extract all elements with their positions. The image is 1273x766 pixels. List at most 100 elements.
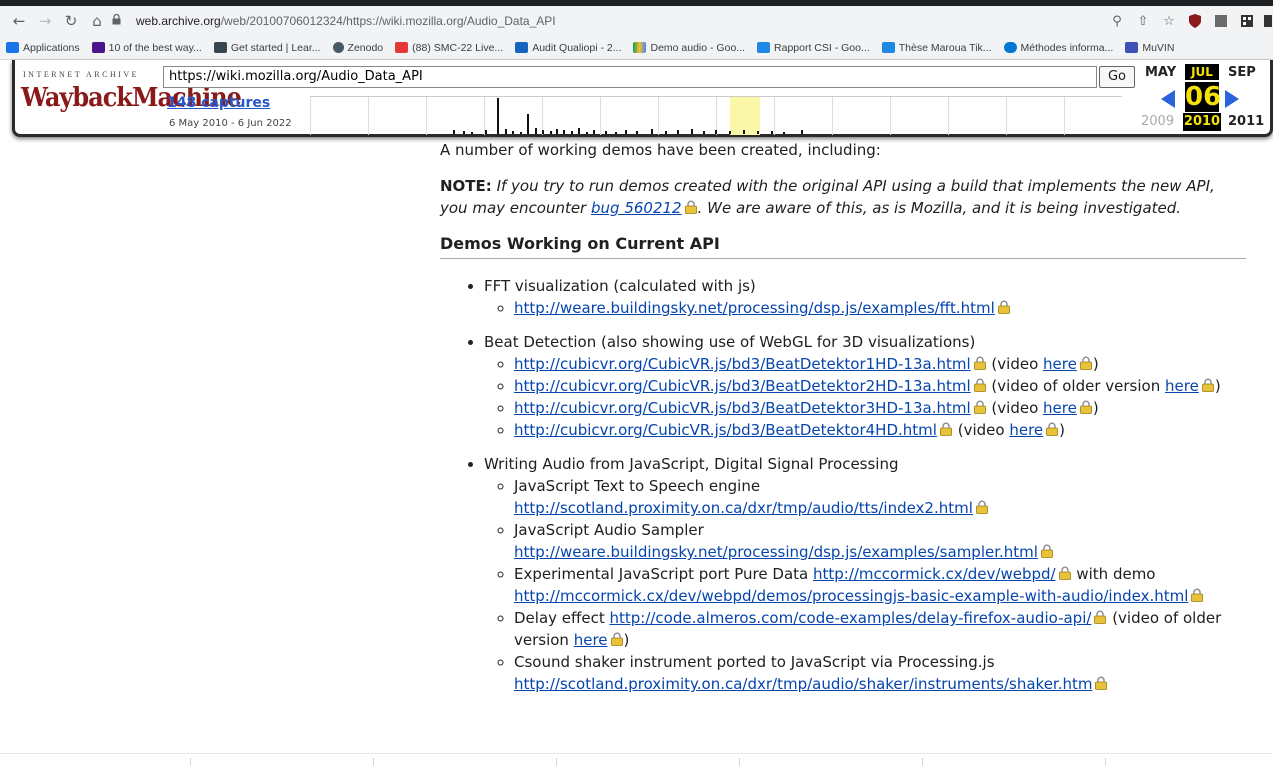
sparkline-year-divider [832, 97, 833, 135]
list-item: Beat Detection (also showing use of WebG… [484, 331, 1246, 441]
external-lock-icon [1040, 544, 1054, 558]
globe-icon [332, 42, 344, 53]
year-next-link[interactable]: 2011 [1228, 114, 1264, 129]
shaker-link[interactable]: http://scotland.proximity.on.ca/dxr/tmp/… [514, 675, 1092, 693]
forward-arrow-icon[interactable]: → [34, 10, 56, 32]
extension-puzzle-icon[interactable] [1211, 11, 1231, 31]
sparkline-capture-bar [542, 130, 544, 134]
sparkline-capture-bar [571, 131, 573, 134]
sparkline-capture-bar [463, 131, 465, 134]
back-arrow-icon[interactable]: ← [8, 10, 30, 32]
month-next-link[interactable]: SEP [1228, 65, 1256, 80]
bookmark-get-started[interactable]: Get started | Lear... [213, 42, 321, 54]
sparkline-capture-bar [636, 131, 638, 134]
beat-video-2-link[interactable]: here [1165, 377, 1199, 395]
sparkline-capture-bar [453, 130, 455, 134]
beat-link-1[interactable]: http://cubicvr.org/CubicVR.js/bd3/BeatDe… [514, 355, 971, 373]
beat-video-1-link[interactable]: here [1043, 355, 1077, 373]
word-doc-icon [515, 42, 529, 53]
webpd-link[interactable]: http://mccormick.cx/dev/webpd/ [813, 565, 1056, 583]
extension-menu-icon[interactable] [1263, 11, 1273, 31]
external-lock-icon [973, 356, 987, 370]
bookmark-10-best-ways[interactable]: 10 of the best way... [91, 42, 202, 54]
prev-capture-arrow-icon[interactable] [1161, 90, 1175, 108]
sparkline-capture-bar [497, 98, 499, 134]
sparkline-capture-bar [556, 129, 558, 134]
home-icon[interactable]: ⌂ [86, 10, 108, 32]
sparkline-capture-bar [715, 130, 717, 134]
list-item: Csound shaker instrument ported to JavaS… [514, 651, 1246, 695]
external-lock-icon [1045, 422, 1059, 436]
note-label: NOTE: [440, 177, 492, 195]
share-icon[interactable]: ⇧ [1133, 11, 1153, 31]
external-lock-icon [1058, 566, 1072, 580]
bookmark-muvin[interactable]: MuVIN [1125, 42, 1174, 54]
sparkline-capture-bar [665, 131, 667, 134]
beat-link-4[interactable]: http://cubicvr.org/CubicVR.js/bd3/BeatDe… [514, 421, 937, 439]
extension-grid-icon[interactable] [1237, 11, 1257, 31]
sparkline-capture-bar [593, 130, 595, 134]
beat-video-4-link[interactable]: here [1009, 421, 1043, 439]
delay-video-link[interactable]: here [574, 631, 608, 649]
list-item: http://cubicvr.org/CubicVR.js/bd3/BeatDe… [514, 353, 1246, 375]
list-item: FFT visualization (calculated with js) h… [484, 275, 1246, 319]
bookmark-demo-audio[interactable]: Demo audio - Goo... [633, 42, 745, 54]
bookmark-star-icon[interactable]: ☆ [1159, 11, 1179, 31]
reload-icon[interactable]: ↻ [60, 10, 82, 32]
tts-link[interactable]: http://scotland.proximity.on.ca/dxr/tmp/… [514, 499, 973, 517]
sparkline-year-divider [774, 97, 775, 135]
year-current: 2010 [1183, 113, 1221, 131]
bookmark-methodes[interactable]: Méthodes informa... [1003, 42, 1113, 54]
note-paragraph: NOTE: If you try to run demos created wi… [440, 175, 1246, 219]
external-lock-icon [1079, 400, 1093, 414]
month-prev-link[interactable]: MAY [1145, 65, 1176, 80]
capture-sparkline[interactable] [310, 96, 1122, 135]
bookmark-applications[interactable]: Applications [6, 42, 80, 54]
zoom-icon[interactable]: ⚲ [1107, 11, 1127, 31]
list-item: http://cubicvr.org/CubicVR.js/bd3/BeatDe… [514, 375, 1246, 397]
bug-link[interactable]: bug 560212 [591, 199, 682, 217]
bookmark-smc22[interactable]: (88) SMC-22 Live... [395, 42, 503, 54]
fft-link[interactable]: http://weare.buildingsky.net/processing/… [514, 299, 995, 317]
external-lock-icon [973, 378, 987, 392]
go-button[interactable]: Go [1099, 66, 1135, 88]
sparkline-capture-bar [703, 131, 705, 134]
delay-link[interactable]: http://code.almeros.com/code-examples/de… [609, 609, 1091, 627]
sparkline-year-divider [1006, 97, 1007, 135]
site-favicon-icon [91, 42, 105, 53]
bookmark-rapport-csi[interactable]: Rapport CSI - Goo... [757, 42, 870, 54]
beat-video-3-link[interactable]: here [1043, 399, 1077, 417]
sparkline-capture-bar [691, 129, 693, 134]
note-text-end: . We are aware of this, as is Mozilla, a… [697, 199, 1182, 217]
beat-link-2[interactable]: http://cubicvr.org/CubicVR.js/bd3/BeatDe… [514, 377, 971, 395]
sparkline-capture-bar [771, 131, 773, 134]
sparkline-year-divider [310, 97, 311, 135]
sparkline-capture-bar [512, 131, 514, 134]
bookmark-audit-qualiopi[interactable]: Audit Qualiopi - 2... [515, 42, 621, 54]
sampler-link[interactable]: http://weare.buildingsky.net/processing/… [514, 543, 1038, 561]
external-lock-icon [1079, 356, 1093, 370]
next-capture-arrow-icon[interactable] [1225, 90, 1239, 108]
external-lock-icon [1190, 588, 1204, 602]
bookmark-zenodo[interactable]: Zenodo [332, 42, 383, 54]
section-heading: Demos Working on Current API [440, 233, 1246, 259]
bookmark-these-maroua[interactable]: Thèse Maroua Tik... [881, 42, 992, 54]
external-lock-icon [997, 300, 1011, 314]
youtube-icon [395, 42, 409, 53]
sparkline-capture-bar [520, 132, 522, 134]
wayback-toolbar: INTERNET ARCHIVE WaybackMachine https://… [12, 60, 1273, 137]
url-host: web.archive.org [136, 14, 221, 28]
year-prev-link[interactable]: 2009 [1141, 114, 1174, 129]
beat-link-3[interactable]: http://cubicvr.org/CubicVR.js/bd3/BeatDe… [514, 399, 971, 417]
sparkline-capture-bar [505, 129, 507, 134]
sparkline-capture-bar [485, 130, 487, 134]
sparkline-capture-bar [783, 132, 785, 134]
address-bar[interactable]: web.archive.org/web/20100706012324/https… [112, 10, 1187, 32]
wayback-url-input[interactable]: https://wiki.mozilla.org/Audio_Data_API [163, 66, 1097, 88]
capture-date-range: 6 May 2010 - 6 Jun 2022 [169, 118, 292, 129]
sparkline-capture-bar [605, 131, 607, 134]
extension-shield-icon[interactable] [1185, 11, 1205, 31]
webpd-demo-link[interactable]: http://mccormick.cx/dev/webpd/demos/proc… [514, 587, 1188, 605]
sparkline-year-divider [948, 97, 949, 135]
captures-link[interactable]: 148 captures [167, 95, 270, 111]
